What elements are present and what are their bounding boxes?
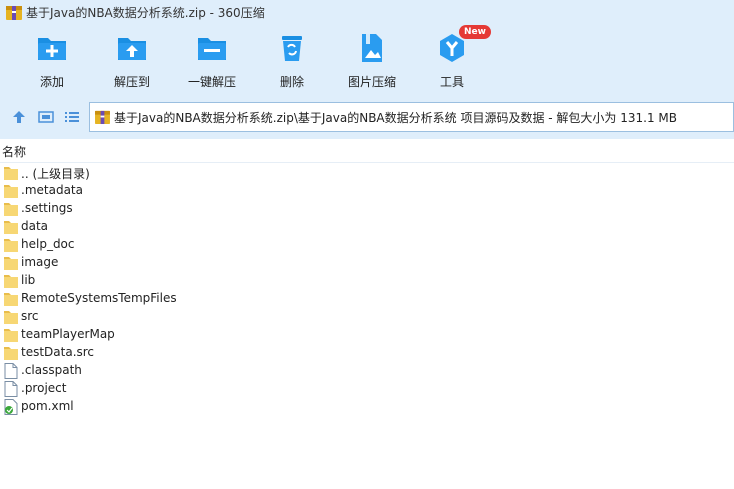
column-name-label: 名称 bbox=[2, 145, 27, 159]
list-item[interactable]: lib bbox=[0, 272, 734, 290]
folder-icon bbox=[4, 345, 18, 361]
list-item[interactable]: .project bbox=[0, 380, 734, 398]
list-item[interactable]: .metadata bbox=[0, 182, 734, 200]
folder-icon bbox=[4, 183, 18, 199]
folder-icon bbox=[4, 201, 18, 217]
list-item[interactable]: help_doc bbox=[0, 236, 734, 254]
list-item-name: pom.xml bbox=[21, 399, 74, 413]
list-item-name: .classpath bbox=[21, 363, 82, 377]
recycle-bin-icon bbox=[282, 36, 302, 61]
list-item-name: .. (上级目录) bbox=[21, 167, 90, 181]
folder-icon bbox=[4, 219, 18, 235]
add-label: 添加 bbox=[39, 75, 64, 89]
list-item-name: RemoteSystemsTempFiles bbox=[21, 291, 177, 305]
new-badge: New bbox=[459, 25, 491, 39]
extract-to-label: 解压到 bbox=[113, 75, 150, 89]
up-arrow-icon[interactable] bbox=[11, 109, 27, 125]
folder-icon bbox=[4, 291, 18, 307]
extract-to-button[interactable]: 解压到 bbox=[87, 24, 177, 96]
folder-icon bbox=[4, 273, 18, 289]
image-compress-button[interactable]: 图片压缩 bbox=[327, 24, 417, 96]
list-view-icon[interactable] bbox=[64, 109, 80, 125]
one-click-extract-button[interactable]: 一键解压 bbox=[167, 24, 257, 96]
list-item-name: .metadata bbox=[21, 183, 83, 197]
list-item[interactable]: image bbox=[0, 254, 734, 272]
path-text: 基于Java的NBA数据分析系统.zip\基于Java的NBA数据分析系统 项目… bbox=[114, 111, 677, 125]
list-item-name: .project bbox=[21, 381, 67, 395]
window-title: 基于Java的NBA数据分析系统.zip - 360压缩 bbox=[26, 6, 265, 20]
folder-icon bbox=[4, 309, 18, 325]
list-item[interactable]: data bbox=[0, 218, 734, 236]
column-header-name[interactable]: 名称 bbox=[0, 139, 734, 163]
one-click-extract-icon bbox=[198, 38, 226, 60]
list-item-name: lib bbox=[21, 273, 36, 287]
list-item-name: testData.src bbox=[21, 345, 95, 359]
list-item[interactable]: .settings bbox=[0, 200, 734, 218]
file-icon bbox=[4, 363, 18, 379]
file-list: .. (上级目录) .metadata .settings data help_doci… bbox=[0, 164, 734, 416]
add-icon bbox=[38, 38, 66, 60]
list-item[interactable]: .. (上级目录) bbox=[0, 164, 734, 182]
extract-to-icon bbox=[118, 38, 146, 60]
tools-button[interactable]: New 工具 bbox=[407, 24, 497, 96]
list-item[interactable]: src bbox=[0, 308, 734, 326]
image-compress-icon bbox=[362, 34, 382, 62]
tools-label: 工具 bbox=[439, 75, 464, 89]
list-item-name: data bbox=[21, 219, 49, 233]
list-item-name: help_doc bbox=[21, 237, 75, 251]
delete-label: 删除 bbox=[279, 75, 304, 89]
folder-icon bbox=[4, 255, 18, 271]
list-item[interactable]: pom.xml bbox=[0, 398, 734, 416]
thumbnail-view-icon[interactable] bbox=[38, 109, 54, 125]
folder-icon bbox=[4, 327, 18, 343]
path-field[interactable]: 基于Java的NBA数据分析系统.zip\基于Java的NBA数据分析系统 项目… bbox=[89, 102, 734, 132]
toolbar: 添加 解压到 一键解压 删除 图片压缩 New 工具 bbox=[0, 24, 734, 96]
xml-file-icon bbox=[4, 399, 18, 415]
list-item[interactable]: testData.src bbox=[0, 344, 734, 362]
archive-app-icon bbox=[6, 6, 22, 20]
list-item-name: image bbox=[21, 255, 59, 269]
list-item[interactable]: .classpath bbox=[0, 362, 734, 380]
list-item-name: .settings bbox=[21, 201, 73, 215]
delete-button[interactable]: 删除 bbox=[247, 24, 337, 96]
archive-icon bbox=[95, 110, 110, 124]
add-button[interactable]: 添加 bbox=[7, 24, 97, 96]
one-click-extract-label: 一键解压 bbox=[187, 75, 236, 89]
title-bar: 基于Java的NBA数据分析系统.zip - 360压缩 bbox=[0, 0, 734, 24]
list-item-name: src bbox=[21, 309, 39, 323]
list-item[interactable]: RemoteSystemsTempFiles bbox=[0, 290, 734, 308]
folder-icon bbox=[4, 237, 18, 253]
list-item[interactable]: teamPlayerMap bbox=[0, 326, 734, 344]
folder-icon bbox=[4, 165, 18, 181]
image-compress-label: 图片压缩 bbox=[347, 75, 396, 89]
list-item-name: teamPlayerMap bbox=[21, 327, 115, 341]
address-bar: 基于Java的NBA数据分析系统.zip\基于Java的NBA数据分析系统 项目… bbox=[0, 96, 734, 139]
file-icon bbox=[4, 381, 18, 397]
